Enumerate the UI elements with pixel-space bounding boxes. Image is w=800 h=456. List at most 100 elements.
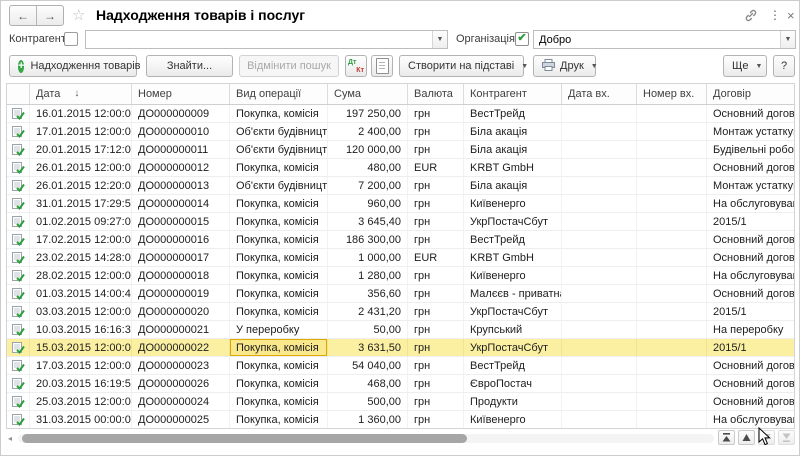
table-row[interactable]: 26.01.2015 12:20:01 ДО000000013 Об'єкти … bbox=[7, 177, 794, 195]
cell-number-in[interactable] bbox=[637, 411, 707, 428]
cell-counterparty[interactable]: Крупський bbox=[464, 321, 562, 338]
cell-number-in[interactable] bbox=[637, 105, 707, 122]
header-date-in[interactable]: Дата вх. bbox=[562, 84, 637, 104]
scroll-left-icon[interactable]: ◂ bbox=[8, 434, 12, 443]
cell-operation[interactable]: Покупка, комісія bbox=[230, 303, 328, 320]
print-button[interactable]: Друк ▼ bbox=[533, 55, 596, 77]
cell-contract[interactable]: Основний договір bbox=[707, 285, 794, 302]
forward-button[interactable]: → bbox=[36, 6, 63, 25]
table-row[interactable]: 10.03.2015 16:16:32 ДО000000021 У переро… bbox=[7, 321, 794, 339]
cell-sum[interactable]: 2 431,20 bbox=[328, 303, 408, 320]
show-postings-button[interactable]: Дт Кт bbox=[345, 55, 367, 77]
cell-number-in[interactable] bbox=[637, 231, 707, 248]
cell-operation[interactable]: Об'єкти будівництва bbox=[230, 123, 328, 140]
cell-currency[interactable]: EUR bbox=[408, 249, 464, 266]
cell-date[interactable]: 31.03.2015 00:00:00 bbox=[30, 411, 132, 428]
cell-number-in[interactable] bbox=[637, 303, 707, 320]
organization-dropdown-icon[interactable]: ▼ bbox=[780, 31, 795, 48]
cell-date-in[interactable] bbox=[562, 285, 637, 302]
counterparty-dropdown-icon[interactable]: ▼ bbox=[432, 31, 447, 48]
cell-sum[interactable]: 480,00 bbox=[328, 159, 408, 176]
cell-date-in[interactable] bbox=[562, 177, 637, 194]
cell-date-in[interactable] bbox=[562, 303, 637, 320]
table-row[interactable]: 03.03.2015 12:00:04 ДО000000020 Покупка,… bbox=[7, 303, 794, 321]
table-row[interactable]: 25.03.2015 12:00:00 ДО000000024 Покупка,… bbox=[7, 393, 794, 411]
cell-counterparty[interactable]: KRBT GmbH bbox=[464, 249, 562, 266]
header-counterparty[interactable]: Контрагент bbox=[464, 84, 562, 104]
cell-number[interactable]: ДО000000017 bbox=[132, 249, 230, 266]
cell-number-in[interactable] bbox=[637, 285, 707, 302]
cell-contract[interactable]: На обслуговування bbox=[707, 195, 794, 212]
horizontal-scrollbar[interactable]: ◂ ▸ bbox=[6, 431, 726, 446]
cell-number[interactable]: ДО000000009 bbox=[132, 105, 230, 122]
cell-counterparty[interactable]: УкрПостачСбут bbox=[464, 339, 562, 356]
cell-number[interactable]: ДО000000018 bbox=[132, 267, 230, 284]
cell-operation[interactable]: Об'єкти будівництва bbox=[230, 141, 328, 158]
cell-currency[interactable]: грн bbox=[408, 285, 464, 302]
table-row[interactable]: 16.01.2015 12:00:03 ДО000000009 Покупка,… bbox=[7, 105, 794, 123]
cell-sum[interactable]: 1 280,00 bbox=[328, 267, 408, 284]
cell-counterparty[interactable]: ВестТрейд bbox=[464, 105, 562, 122]
cell-date-in[interactable] bbox=[562, 123, 637, 140]
cell-contract[interactable]: Будівельні роботи bbox=[707, 141, 794, 158]
cell-counterparty[interactable]: Київенерго bbox=[464, 195, 562, 212]
cell-number[interactable]: ДО000000020 bbox=[132, 303, 230, 320]
cell-date-in[interactable] bbox=[562, 213, 637, 230]
cell-operation[interactable]: Покупка, комісія bbox=[230, 339, 328, 356]
cell-date[interactable]: 17.01.2015 12:00:01 bbox=[30, 123, 132, 140]
cell-number-in[interactable] bbox=[637, 177, 707, 194]
cell-counterparty[interactable]: УкрПостачСбут bbox=[464, 303, 562, 320]
cell-operation[interactable]: Покупка, комісія bbox=[230, 213, 328, 230]
cell-sum[interactable]: 3 645,40 bbox=[328, 213, 408, 230]
scrollbar-track[interactable] bbox=[18, 434, 714, 443]
cell-number-in[interactable] bbox=[637, 195, 707, 212]
cell-contract[interactable]: Основний договір по. bbox=[707, 231, 794, 248]
cell-date[interactable]: 10.03.2015 16:16:32 bbox=[30, 321, 132, 338]
create-based-on-button[interactable]: Створити на підставі ▼ bbox=[399, 55, 524, 77]
cell-currency[interactable]: грн bbox=[408, 105, 464, 122]
cell-sum[interactable]: 54 040,00 bbox=[328, 357, 408, 374]
cell-counterparty[interactable]: Малєєв - приватна о... bbox=[464, 285, 562, 302]
cell-operation[interactable]: Покупка, комісія bbox=[230, 285, 328, 302]
cell-currency[interactable]: грн bbox=[408, 357, 464, 374]
cell-counterparty[interactable]: Продукти bbox=[464, 393, 562, 410]
cell-contract[interactable]: Монтаж устаткування bbox=[707, 123, 794, 140]
cell-operation[interactable]: Покупка, комісія bbox=[230, 195, 328, 212]
page-up-button[interactable] bbox=[738, 430, 755, 445]
cell-operation[interactable]: У переробку bbox=[230, 321, 328, 338]
cell-number-in[interactable] bbox=[637, 249, 707, 266]
cell-counterparty[interactable]: Київенерго bbox=[464, 411, 562, 428]
cell-number-in[interactable] bbox=[637, 339, 707, 356]
find-button[interactable]: Знайти... bbox=[146, 55, 233, 77]
table-row[interactable]: 17.03.2015 12:00:00 ДО000000023 Покупка,… bbox=[7, 357, 794, 375]
cell-number-in[interactable] bbox=[637, 159, 707, 176]
cell-number-in[interactable] bbox=[637, 267, 707, 284]
counterparty-checkbox[interactable] bbox=[64, 32, 78, 46]
cell-number[interactable]: ДО000000026 bbox=[132, 375, 230, 392]
table-row[interactable]: 31.03.2015 00:00:00 ДО000000025 Покупка,… bbox=[7, 411, 794, 429]
cell-number-in[interactable] bbox=[637, 321, 707, 338]
cell-currency[interactable]: грн bbox=[408, 213, 464, 230]
header-number-in[interactable]: Номер вх. bbox=[637, 84, 707, 104]
table-row[interactable]: 28.02.2015 12:00:01 ДО000000018 Покупка,… bbox=[7, 267, 794, 285]
cell-contract[interactable]: Основний договір bbox=[707, 249, 794, 266]
cell-sum[interactable]: 500,00 bbox=[328, 393, 408, 410]
cell-currency[interactable]: грн bbox=[408, 303, 464, 320]
cell-sum[interactable]: 186 300,00 bbox=[328, 231, 408, 248]
more-button[interactable]: Ще ▼ bbox=[723, 55, 767, 77]
cell-counterparty[interactable]: KRBT GmbH bbox=[464, 159, 562, 176]
cell-date-in[interactable] bbox=[562, 195, 637, 212]
cell-currency[interactable]: грн bbox=[408, 123, 464, 140]
cell-number[interactable]: ДО000000013 bbox=[132, 177, 230, 194]
cell-number[interactable]: ДО000000024 bbox=[132, 393, 230, 410]
cell-date[interactable]: 23.02.2015 14:28:07 bbox=[30, 249, 132, 266]
cell-date[interactable]: 20.03.2015 16:19:59 bbox=[30, 375, 132, 392]
cell-contract[interactable]: Основний договір bbox=[707, 159, 794, 176]
cell-number-in[interactable] bbox=[637, 375, 707, 392]
cell-date[interactable]: 03.03.2015 12:00:04 bbox=[30, 303, 132, 320]
cell-operation[interactable]: Покупка, комісія bbox=[230, 393, 328, 410]
cell-operation[interactable]: Покупка, комісія bbox=[230, 411, 328, 428]
cell-contract[interactable]: 2015/1 bbox=[707, 303, 794, 320]
cell-sum[interactable]: 120 000,00 bbox=[328, 141, 408, 158]
cell-currency[interactable]: грн bbox=[408, 195, 464, 212]
